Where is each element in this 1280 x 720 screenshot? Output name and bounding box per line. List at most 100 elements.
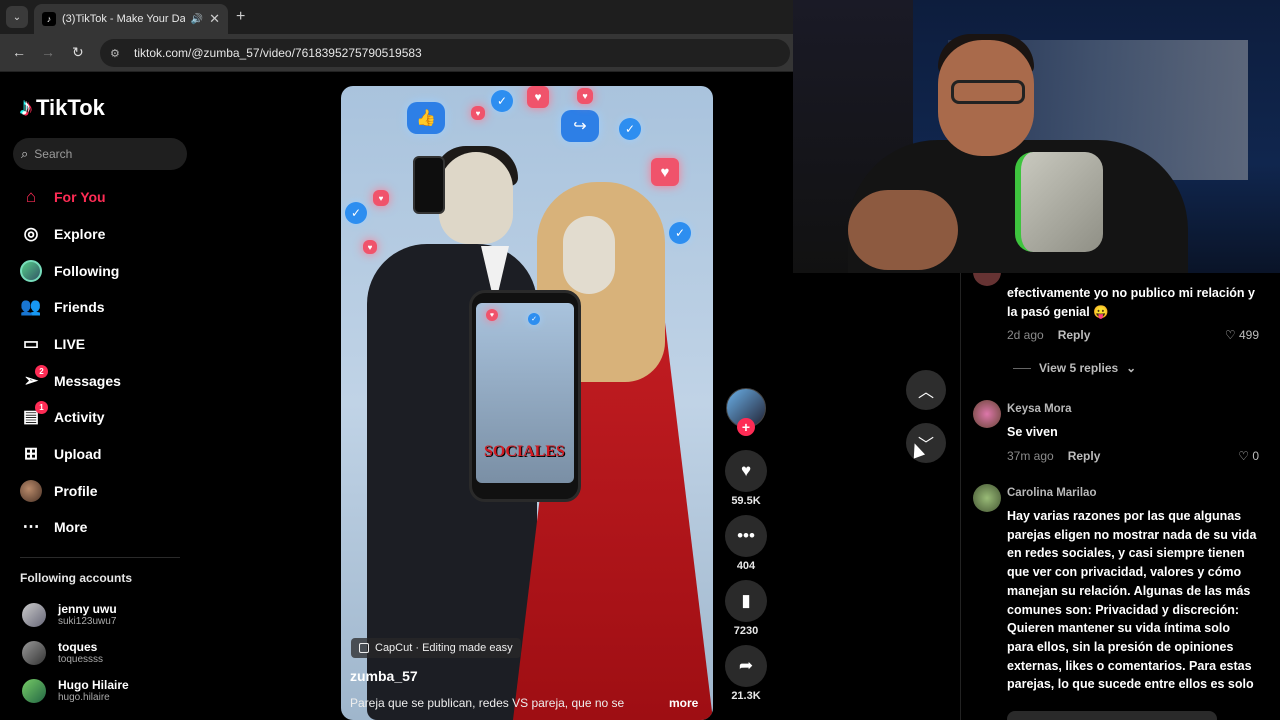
compass-icon: ◎	[23, 224, 39, 243]
view-replies-label: View 5 replies	[1039, 361, 1119, 375]
nav-friends[interactable]: 👥 Friends	[20, 292, 105, 322]
forward-icon[interactable]: →	[41, 44, 55, 60]
nav-label: LIVE	[54, 336, 86, 352]
heart-bubble-icon: ♥	[527, 86, 549, 108]
reply-button[interactable]: Reply	[1058, 328, 1091, 342]
tab-close-icon[interactable]: ✕	[209, 11, 220, 27]
share-bubble-icon: ↪	[561, 110, 599, 142]
video-player[interactable]: 👍 ↪ ✓ ✓ ✓ ✓ ♥ ♥ ♥ ♥ ♥ ♥ ♥ ✓ SOCIALES Cap…	[341, 86, 713, 720]
account-handle: hugo.hilaire	[58, 692, 110, 703]
comment-like-count: 499	[1238, 328, 1259, 342]
tab-search-button[interactable]: ⌄	[6, 6, 28, 28]
previous-video-button[interactable]: ︿	[906, 370, 946, 410]
url-text: tiktok.com/@zumba_57/video/7618395275790…	[134, 46, 422, 60]
address-toolbar: ← → ↻ ⚙ tiktok.com/@zumba_57/video/76183…	[0, 34, 793, 72]
avatar[interactable]	[973, 484, 1001, 512]
nav-live[interactable]: ▭ LIVE	[20, 329, 85, 359]
account-name: toques	[58, 640, 98, 654]
webcam-shaker-cup	[1015, 152, 1103, 252]
nav-label: Profile	[54, 483, 98, 499]
nav-activity[interactable]: ▤ 1 Activity	[20, 401, 105, 432]
chevron-up-icon: ︿	[917, 384, 934, 401]
share-button[interactable]: ➦	[725, 645, 767, 687]
following-account[interactable]: jenny uwu suki123uwu7	[22, 602, 117, 628]
search-icon: ⌕	[21, 146, 29, 161]
comment-author[interactable]: Carolina Marilao	[1007, 487, 1096, 499]
comment-input[interactable]	[1007, 711, 1217, 720]
activity-icon: ▤ 1	[20, 401, 48, 428]
comment-text: Hay varias razones por las que algunas p…	[1007, 509, 1257, 692]
comment-time: 37m ago	[1007, 449, 1054, 463]
next-video-button[interactable]: ﹀	[906, 423, 946, 463]
audio-playing-icon[interactable]: 🔊	[191, 14, 203, 25]
video-illustration-phone: ♥ ✓ SOCIALES	[469, 290, 581, 502]
following-account[interactable]: Hugo Hilaire hugo.hilaire	[22, 678, 129, 704]
nav-explore[interactable]: ◎ Explore	[20, 219, 106, 249]
upload-icon: ⊞	[23, 444, 39, 463]
nav-upload[interactable]: ⊞ Upload	[20, 439, 102, 469]
screen: ⌄ ♪ (3)TikTok - Make Your Day 🔊 ✕ + ← → …	[0, 0, 1280, 720]
comment-like-count: 0	[1252, 449, 1259, 463]
tiktok-logo[interactable]: ♪ TikTok	[20, 94, 105, 122]
thumbs-up-bubble-icon: 👍	[407, 102, 445, 134]
comment-like-button[interactable]: ♡ 499	[1219, 328, 1259, 342]
save-button[interactable]: ▮	[725, 580, 767, 622]
phone-screen: ♥ ✓ SOCIALES	[476, 303, 574, 483]
following-accounts-title: Following accounts	[20, 571, 133, 585]
back-icon[interactable]: ←	[12, 44, 26, 60]
comment-count: 404	[736, 560, 756, 572]
heart-bubble-icon: ♥	[363, 240, 377, 254]
profile-avatar	[20, 480, 42, 502]
capcut-tag[interactable]: CapCut · Editing made easy	[351, 638, 521, 658]
webcam-overlay	[793, 0, 1280, 273]
comments-panel: efectivamente yo no publico mi relación …	[960, 272, 1280, 720]
more-icon: ⋯	[22, 517, 40, 536]
nav-label: Following	[54, 263, 120, 279]
heart-bubble-icon: ♥	[486, 309, 498, 321]
reply-button[interactable]: Reply	[1068, 449, 1101, 463]
nav-profile[interactable]: Profile	[20, 476, 98, 506]
avatar[interactable]	[973, 400, 1001, 428]
comment-like-button[interactable]: ♡ 0	[1219, 449, 1259, 463]
description-more-link[interactable]: more	[669, 696, 698, 710]
comment-button[interactable]: •••	[725, 515, 767, 557]
browser-tab[interactable]: ♪ (3)TikTok - Make Your Day 🔊 ✕	[34, 4, 228, 34]
comment-text: Se viven	[1007, 425, 1058, 439]
check-icon: ✓	[491, 90, 513, 112]
comment-text: efectivamente yo no publico mi relación …	[1007, 286, 1255, 319]
nav-following[interactable]: Following	[20, 256, 119, 286]
account-name: Hugo Hilaire	[58, 678, 129, 692]
bookmark-icon: ▮	[741, 591, 751, 610]
tiktok-note-icon: ♪	[20, 94, 32, 121]
video-illustration-selfie-phone	[413, 156, 445, 214]
nav-more[interactable]: ⋯ More	[20, 512, 88, 542]
following-account[interactable]: toques toquessss	[22, 640, 103, 666]
like-count: 59.5K	[731, 495, 761, 507]
check-icon: ✓	[619, 118, 641, 140]
logo-text: TikTok	[36, 95, 105, 120]
nav-label: More	[54, 519, 88, 535]
avatar	[22, 679, 46, 703]
video-username[interactable]: zumba_57	[350, 668, 418, 684]
view-replies-button[interactable]: View 5 replies ⌄	[1013, 361, 1136, 375]
nav-messages[interactable]: ➢ 2 Messages	[20, 365, 121, 396]
comment-author[interactable]: Keysa Mora	[1007, 403, 1072, 415]
reload-icon[interactable]: ↻	[72, 44, 84, 61]
url-bar[interactable]: ⚙ tiktok.com/@zumba_57/video/76183952757…	[100, 39, 790, 67]
nav-label: Friends	[54, 299, 105, 315]
site-info-icon[interactable]: ⚙	[110, 47, 124, 60]
video-overlay-text: SOCIALES	[484, 443, 565, 460]
search-input[interactable]: ⌕ Search	[13, 138, 187, 170]
like-button[interactable]: ♥	[725, 450, 767, 492]
messages-badge: 2	[35, 365, 48, 378]
comment-icon: •••	[737, 526, 755, 545]
capcut-icon	[359, 643, 369, 653]
nav-for-you[interactable]: ⌂ For You	[20, 182, 106, 212]
heart-bubble-icon: ♥	[651, 158, 679, 186]
new-tab-button[interactable]: +	[236, 8, 245, 26]
check-icon: ✓	[345, 202, 367, 224]
tiktok-favicon-icon: ♪	[42, 12, 56, 26]
video-description: Pareja que se publican, redes VS pareja,…	[350, 696, 625, 710]
follow-plus-button[interactable]: +	[737, 418, 755, 436]
account-name: jenny uwu	[58, 602, 117, 616]
